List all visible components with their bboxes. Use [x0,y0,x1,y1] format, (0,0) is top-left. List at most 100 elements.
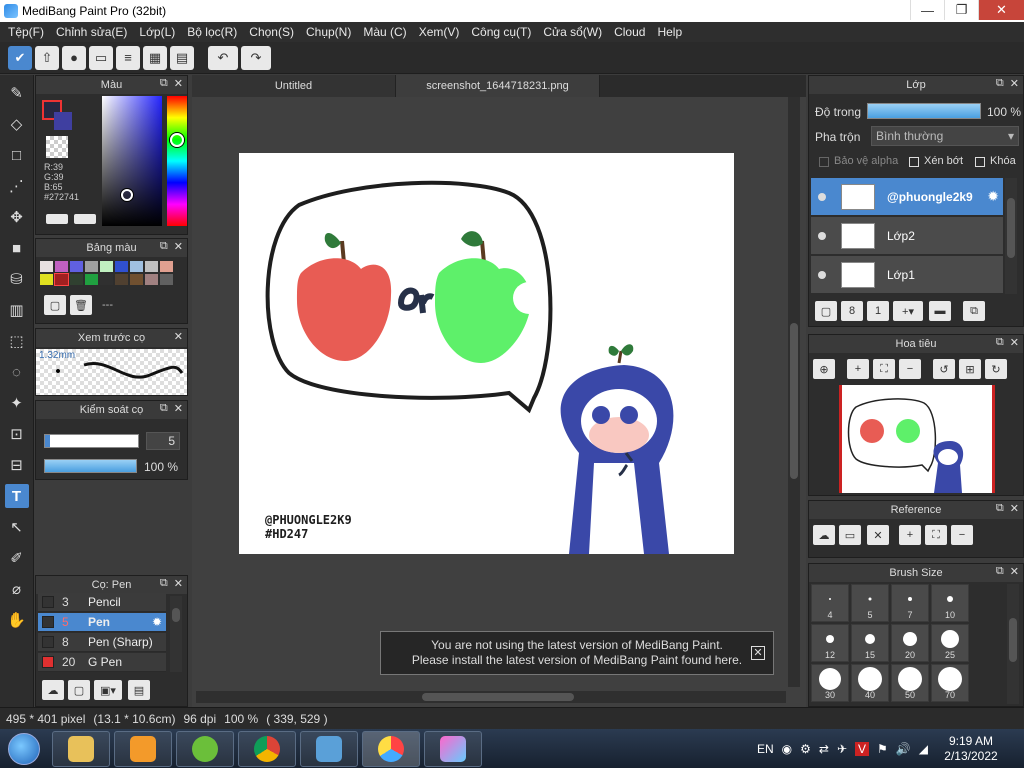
settings-gear-icon[interactable]: ✹ [152,615,162,629]
brush-size-cell[interactable]: 7 [891,584,929,622]
cloud-brush-icon[interactable]: ☁ [42,680,64,700]
popout-icon[interactable]: ⧉ [996,77,1004,90]
brush-size-cell[interactable]: 30 [811,664,849,702]
close-icon[interactable]: ✕ [174,577,183,590]
palette-swatch[interactable] [54,273,69,286]
brush-size-cell[interactable]: 40 [851,664,889,702]
palette-swatch[interactable] [130,261,143,272]
ref-zoom-in-icon[interactable]: + [899,525,921,545]
delete-palette-icon[interactable]: 🗑 [70,295,92,315]
palette-swatch[interactable] [160,274,173,285]
folder-icon[interactable]: ▬ [929,301,951,321]
update-notice[interactable]: You are not using the latest version of … [380,631,774,675]
upload-icon[interactable]: ⇧ [35,45,59,70]
popout-icon[interactable]: ⧉ [996,565,1004,578]
maximize-button[interactable]: ❐ [944,0,978,20]
close-button[interactable]: ✕ [978,0,1024,20]
close-icon[interactable]: ✕ [1010,77,1019,90]
layer-item-lop2[interactable]: Lớp2 [811,217,1003,255]
palette-swatch[interactable] [100,261,113,272]
menu-file[interactable]: Tệp(F) [4,25,52,39]
drawing-canvas[interactable]: or @PHUONGLE2K9 #HD247 [239,153,734,554]
add-layer-menu-icon[interactable]: +▾ [893,301,923,321]
scroll-thumb[interactable] [172,608,180,622]
brush-size-cell[interactable]: 25 [931,624,969,662]
menu-edit[interactable]: Chỉnh sửa(E) [52,25,135,39]
brush-size-value[interactable]: 5 [146,432,180,450]
select-eraser-icon[interactable]: ⊟ [5,453,29,477]
wifi-icon[interactable]: ◢ [919,742,928,756]
dot-tool-icon[interactable]: ⋰ [5,174,29,198]
comment-icon[interactable]: ● [62,45,86,70]
add-palette-icon[interactable]: ▢ [44,295,66,315]
menu-window[interactable]: Cửa sổ(W) [539,25,610,39]
magic-wand-icon[interactable]: ✦ [5,391,29,415]
taskbar-medibang[interactable] [362,730,420,767]
palette-swatch[interactable] [115,274,128,285]
undo-button[interactable]: ↶ [208,45,238,70]
language-indicator[interactable]: EN [757,742,774,756]
popout-icon[interactable]: ⧉ [160,77,168,90]
volume-icon[interactable]: 🔊 [896,742,911,756]
antivirus-icon[interactable]: V [855,741,870,756]
start-button[interactable] [0,729,48,768]
menu-filter[interactable]: Bộ lọc(R) [183,25,245,39]
grid-icon[interactable]: ▤ [170,45,194,70]
new-layer-1bit-icon[interactable]: 1 [867,301,889,321]
brush-size-cell[interactable]: 20 [891,624,929,662]
palette-swatch[interactable] [160,261,173,272]
settings-icon[interactable]: ⚙ [800,742,811,756]
new-layer-8bit-icon[interactable]: 8 [841,301,863,321]
protect-alpha-checkbox[interactable] [819,157,829,167]
scroll-thumb[interactable] [1007,198,1015,258]
gradient-tool-icon[interactable]: ▥ [5,298,29,322]
menu-help[interactable]: Help [653,25,690,39]
popout-icon[interactable]: ⧉ [160,240,168,253]
teamviewer-icon[interactable]: ⇄ [819,742,829,756]
minimize-button[interactable]: — [910,0,944,20]
new-brush-icon[interactable]: ▢ [68,680,90,700]
brush-item-g-pen[interactable]: 20 G Pen [38,653,166,672]
menu-color[interactable]: Màu (C) [359,25,414,39]
color-swap-button[interactable] [74,214,96,224]
brush-size-scrollbar[interactable] [1007,584,1019,704]
clipping-checkbox[interactable] [909,157,919,167]
menu-select[interactable]: Chọn(S) [245,25,302,39]
brush-size-cell[interactable]: 15 [851,624,889,662]
fit-window-icon[interactable]: ⛶ [873,359,895,379]
taskbar-media[interactable] [114,730,172,767]
visibility-eye-icon[interactable] [811,270,833,279]
new-layer-icon[interactable]: ▢ [815,301,837,321]
eraser-tool-icon[interactable]: ◇ [5,112,29,136]
brush-item-pen-sharp[interactable]: 8 Pen (Sharp) [38,633,166,652]
hue-cursor[interactable] [170,133,184,147]
menu-tools[interactable]: Công cụ(T) [467,25,539,39]
visibility-eye-icon[interactable] [811,231,833,240]
document-icon[interactable]: ▭ [89,45,113,70]
palette-swatch[interactable] [70,261,83,272]
saturation-value-picker[interactable] [102,96,162,226]
zoom-in-icon[interactable]: + [847,359,869,379]
brush-item-pen[interactable]: 5 Pen ✹ [38,613,166,632]
menu-layer[interactable]: Lớp(L) [135,25,183,39]
tab-screenshot[interactable]: screenshot_1644718231.png [396,75,600,97]
scroll-thumb[interactable] [1009,618,1017,662]
canvas-vertical-scrollbar[interactable] [788,97,800,687]
zoom-out-icon[interactable]: − [899,359,921,379]
menu-view[interactable]: Xem(V) [415,25,468,39]
layer-item-lop1[interactable]: Lớp1 [811,256,1003,294]
brush-item-pencil[interactable]: 3 Pencil [38,593,166,612]
close-reference-icon[interactable]: ✕ [867,525,889,545]
close-icon[interactable]: ✕ [1010,565,1019,578]
rotate-right-icon[interactable]: ↻ [985,359,1007,379]
taskbar-explorer[interactable] [52,730,110,767]
popout-icon[interactable]: ⧉ [996,336,1004,349]
palette-swatch[interactable] [115,261,128,272]
close-icon[interactable]: ✕ [174,330,183,343]
duplicate-layer-icon[interactable]: ⧉ [963,301,985,321]
menu-cloud[interactable]: Cloud [610,25,653,39]
color-mode-button[interactable] [46,214,68,224]
palette-swatch[interactable] [85,261,98,272]
scroll-thumb[interactable] [422,693,574,701]
visibility-eye-icon[interactable] [811,192,833,201]
